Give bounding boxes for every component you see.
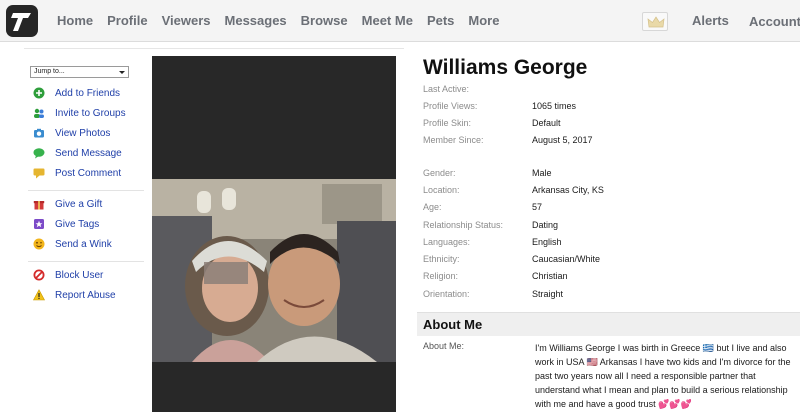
camera-icon — [33, 127, 45, 139]
gift-icon — [33, 198, 45, 210]
sidebar-item-label: Give a Gift — [55, 198, 103, 210]
logo-t-icon — [11, 13, 31, 31]
sidebar-item-label: Add to Friends — [55, 87, 121, 99]
relationship-status-label: Relationship Status: — [423, 220, 504, 230]
jump-to-label: Jump to... — [34, 68, 65, 75]
sidebar-item-label: Give Tags — [55, 218, 100, 230]
profile-views-value: 1065 times — [532, 101, 577, 111]
last-active-label: Last Active: — [423, 84, 470, 94]
view-photos-link[interactable]: View Photos — [33, 126, 110, 140]
nav-profile[interactable]: Profile — [107, 13, 147, 28]
religion-value: Christian — [532, 271, 568, 281]
about-me-heading: About Me — [423, 317, 483, 332]
profile-name: Williams George — [423, 56, 588, 79]
ethnicity-label: Ethnicity: — [423, 254, 460, 264]
add-to-friends-link[interactable]: Add to Friends — [33, 86, 120, 100]
religion-label: Religion: — [423, 271, 459, 281]
send-message-link[interactable]: Send Message — [33, 146, 122, 160]
report-abuse-link[interactable]: Report Abuse — [32, 288, 116, 302]
sidebar-item-label: View Photos — [55, 127, 111, 139]
nav-more[interactable]: More — [468, 13, 499, 28]
about-me-label: About Me: — [423, 341, 465, 351]
content-divider — [24, 48, 404, 49]
relationship-status-value: Dating — [532, 220, 559, 230]
nav-alerts[interactable]: Alerts — [692, 13, 729, 28]
sidebar-item-label: Invite to Groups — [55, 107, 126, 119]
orientation-label: Orientation: — [423, 289, 470, 299]
profile-skin-value: Default — [532, 118, 561, 128]
profile-photo[interactable] — [152, 56, 396, 412]
add-friend-icon — [33, 87, 45, 99]
tag-icon — [33, 218, 45, 230]
age-label: Age: — [423, 202, 442, 212]
nav-meet-me[interactable]: Meet Me — [362, 13, 413, 28]
main-nav: Home Profile Viewers Messages Browse Mee… — [57, 13, 513, 28]
sidebar-divider — [28, 261, 144, 262]
location-label: Location: — [423, 185, 460, 195]
sidebar-item-label: Post Comment — [55, 167, 122, 179]
about-me-text: I'm Williams George I was birth in Greec… — [535, 343, 791, 409]
block-icon — [33, 269, 45, 281]
nav-home[interactable]: Home — [57, 13, 93, 28]
languages-value: English — [532, 237, 562, 247]
nav-browse[interactable]: Browse — [301, 13, 348, 28]
nav-messages[interactable]: Messages — [225, 13, 287, 28]
profile-photo-image — [152, 56, 396, 412]
nav-viewers[interactable]: Viewers — [162, 13, 211, 28]
nav-account[interactable]: Account — [749, 14, 800, 29]
block-user-link[interactable]: Block User — [33, 268, 103, 282]
sidebar-item-label: Report Abuse — [55, 289, 116, 301]
give-tags-link[interactable]: Give Tags — [33, 217, 99, 231]
profile-views-label: Profile Views: — [423, 101, 478, 111]
profile-skin-label: Profile Skin: — [423, 118, 472, 128]
post-comment-link[interactable]: Post Comment — [33, 166, 121, 180]
member-since-label: Member Since: — [423, 135, 484, 145]
jump-to-select[interactable]: Jump to... — [30, 66, 129, 78]
group-icon — [33, 107, 45, 119]
sidebar-item-label: Send a Wink — [55, 238, 112, 250]
crown-icon[interactable] — [642, 12, 668, 31]
age-value: 57 — [532, 202, 543, 212]
sidebar-divider — [28, 190, 144, 191]
location-value: Arkansas City, KS — [532, 185, 604, 195]
comment-icon — [33, 167, 45, 179]
sidebar-item-label: Block User — [55, 269, 104, 281]
top-navigation-bar: Home Profile Viewers Messages Browse Mee… — [0, 0, 800, 42]
gender-label: Gender: — [423, 168, 456, 178]
member-since-value: August 5, 2017 — [532, 135, 593, 145]
give-a-gift-link[interactable]: Give a Gift — [33, 197, 102, 211]
warning-icon — [32, 289, 46, 301]
languages-label: Languages: — [423, 237, 471, 247]
chevron-down-icon — [119, 71, 125, 74]
sidebar-item-label: Send Message — [55, 147, 122, 159]
ethnicity-value: Caucasian/White — [532, 254, 601, 264]
gender-value: Male — [532, 168, 552, 178]
invite-to-groups-link[interactable]: Invite to Groups — [33, 106, 126, 120]
nav-pets[interactable]: Pets — [427, 13, 454, 28]
wink-icon — [33, 238, 45, 250]
chat-bubble-icon — [33, 147, 45, 159]
send-a-wink-link[interactable]: Send a Wink — [33, 237, 112, 251]
site-logo[interactable] — [6, 5, 38, 37]
orientation-value: Straight — [532, 289, 564, 299]
